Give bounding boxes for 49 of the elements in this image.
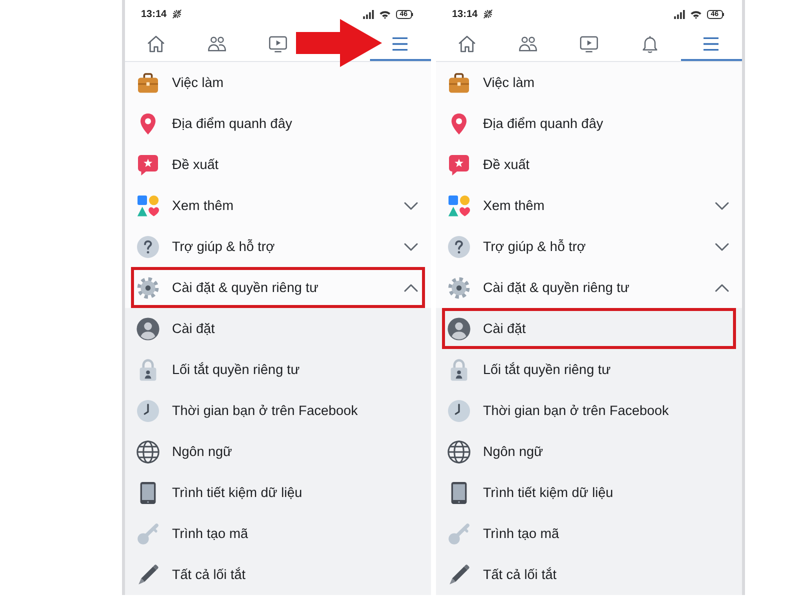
clock-icon <box>447 398 471 422</box>
bell-icon <box>640 34 660 54</box>
menu-item[interactable]: Ngôn ngữ <box>125 431 431 472</box>
menu-item[interactable]: Trình tạo mã <box>125 513 431 554</box>
help-icon <box>447 234 471 258</box>
key-icon <box>136 522 160 546</box>
home-icon <box>146 34 166 54</box>
star-bubble-icon <box>136 152 160 176</box>
menu-item[interactable]: Trình tạo mã <box>436 513 742 554</box>
briefcase-icon <box>136 70 160 94</box>
friends-icon <box>518 34 538 54</box>
menu-item[interactable]: Cài đặt <box>436 308 742 349</box>
pencil-icon <box>447 562 471 586</box>
shapes-grid-icon <box>447 194 471 218</box>
video-icon <box>268 34 288 54</box>
settings-icon <box>136 276 160 300</box>
menu-item[interactable]: Thời gian bạn ở trên Facebook <box>436 390 742 431</box>
globe-icon <box>447 440 471 464</box>
menu-item[interactable]: Trình tiết kiệm dữ liệu <box>436 472 742 513</box>
shapes-grid-icon <box>136 194 160 218</box>
menu-item[interactable]: Ngôn ngữ <box>436 431 742 472</box>
briefcase-icon <box>447 70 471 94</box>
menu-item[interactable]: Trình tiết kiệm dữ liệu <box>125 472 431 513</box>
menu-item[interactable]: Tất cả lối tắt <box>125 554 431 595</box>
signal-icon <box>362 10 374 18</box>
globe-icon <box>136 440 160 464</box>
help-icon <box>136 234 160 258</box>
menu-item[interactable]: Cài đặt <box>125 308 431 349</box>
status-time: 13:14 <box>141 8 167 20</box>
crossed-gear-icon <box>172 9 182 19</box>
clock-icon <box>136 398 160 422</box>
star-bubble-icon <box>447 152 471 176</box>
menu-item[interactable]: Tất cả lối tắt <box>436 554 742 595</box>
account-icon <box>447 316 471 340</box>
menu-item[interactable]: Lối tắt quyền riêng tư <box>436 349 742 390</box>
account-icon <box>136 316 160 340</box>
video-icon <box>578 34 599 54</box>
crossed-gear-icon <box>482 9 493 19</box>
home-icon <box>456 34 477 54</box>
key-icon <box>447 522 471 546</box>
menu-item[interactable]: Lối tắt quyền riêng tư <box>125 349 431 390</box>
status-time: 13:14 <box>452 8 478 20</box>
pencil-icon <box>136 562 160 586</box>
signal-icon <box>674 10 685 18</box>
friends-icon <box>206 34 227 54</box>
wifi-icon <box>690 10 702 18</box>
menu-item[interactable]: Thời gian bạn ở trên Facebook <box>125 390 431 431</box>
settings-icon <box>447 276 471 300</box>
wifi-icon <box>378 10 391 18</box>
